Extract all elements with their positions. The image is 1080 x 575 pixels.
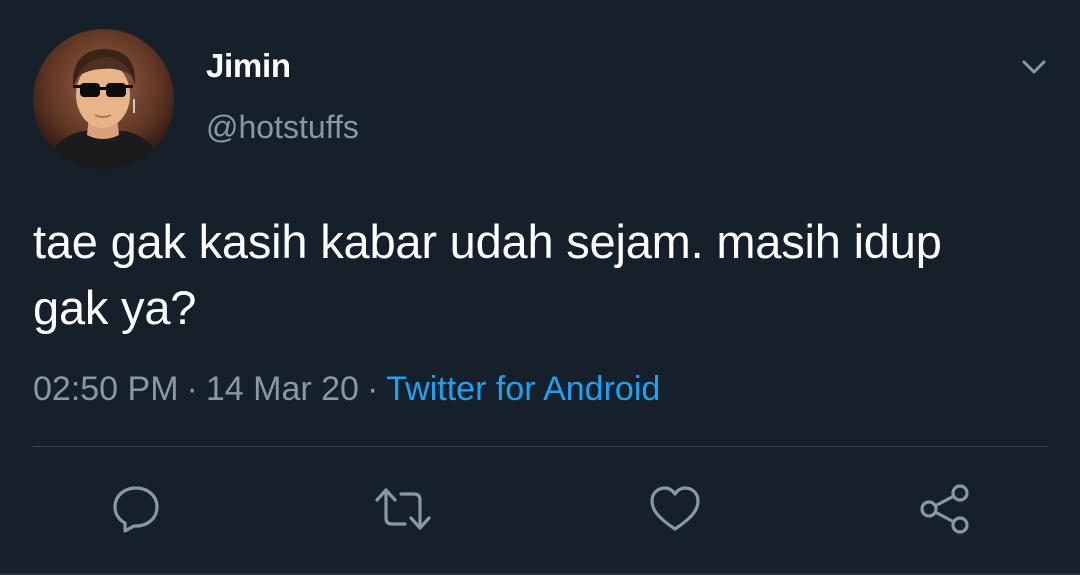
retweet-icon — [375, 488, 431, 530]
tweet-text: tae gak kasih kabar udah sejam. masih id… — [33, 209, 1043, 341]
tweet-time: 02:50 PM — [33, 370, 179, 408]
meta-separator: · — [186, 370, 198, 408]
avatar-photo — [33, 29, 174, 170]
tweet-text-line: gak ya? — [33, 281, 197, 334]
like-icon — [650, 486, 700, 531]
tweet-source-link[interactable]: Twitter for Android — [386, 370, 660, 408]
tweet-detail: Jimin @hotstuffs tae gak kasih kabar uda… — [0, 0, 1080, 575]
display-name[interactable]: Jimin — [206, 46, 291, 86]
reply-button[interactable] — [109, 482, 163, 536]
like-button[interactable] — [648, 482, 702, 536]
avatar[interactable] — [33, 29, 174, 170]
chevron-down-icon[interactable] — [1016, 52, 1052, 82]
share-icon — [920, 484, 969, 534]
meta-separator: · — [366, 370, 379, 408]
reply-icon — [113, 486, 159, 533]
retweet-button[interactable] — [373, 482, 431, 536]
tweet-meta: 02:50 PM · 14 Mar 20 · Twitter for Android — [33, 367, 660, 411]
tweet-text-line: tae gak kasih kabar udah sejam. masih id… — [33, 215, 942, 268]
share-button[interactable] — [918, 482, 972, 536]
user-handle[interactable]: @hotstuffs — [206, 107, 359, 147]
divider — [33, 446, 1048, 447]
tweet-date[interactable]: 14 Mar 20 — [206, 370, 359, 408]
